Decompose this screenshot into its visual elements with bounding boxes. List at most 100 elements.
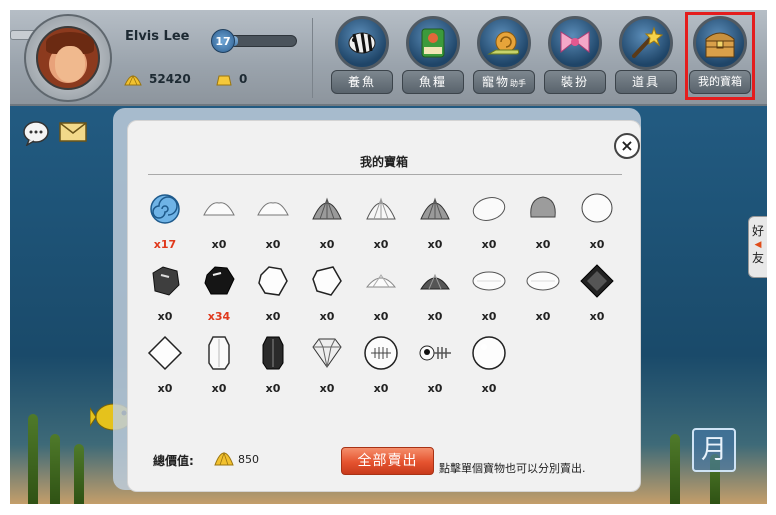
- menu-label: 寵物助手: [473, 70, 535, 94]
- moon-button[interactable]: 月: [692, 428, 736, 472]
- white-shell-icon: [203, 202, 235, 216]
- treasure-item[interactable]: x0: [516, 263, 570, 335]
- menu-button-tools[interactable]: 道具: [615, 16, 677, 96]
- item-count: x0: [427, 238, 443, 251]
- item-count: x0: [265, 310, 281, 323]
- gems-value: 0: [239, 72, 248, 86]
- white-pebble-icon: [472, 197, 506, 221]
- divider: [312, 18, 313, 98]
- item-count: x0: [535, 310, 551, 323]
- item-count: x0: [373, 310, 389, 323]
- treasure-item[interactable]: x0: [570, 263, 624, 335]
- item-count: x34: [207, 310, 231, 323]
- item-count: x0: [373, 238, 389, 251]
- treasure-item[interactable]: x0: [408, 335, 462, 407]
- treasure-item[interactable]: x0: [192, 335, 246, 407]
- treasure-item[interactable]: x34: [192, 263, 246, 335]
- white-oval-icon: [526, 271, 560, 291]
- treasure-item[interactable]: x0: [354, 191, 408, 263]
- menu-button-treasure-chest[interactable]: 我的寶箱: [685, 12, 755, 100]
- treasure-item[interactable]: x0: [462, 335, 516, 407]
- white-square-gem-icon: [147, 335, 183, 371]
- white-egg-icon: [581, 193, 613, 223]
- seaweed-decoration: [74, 444, 84, 504]
- menu-button-fish[interactable]: 養魚: [331, 16, 393, 96]
- sell-all-button[interactable]: 全部賣出: [341, 447, 434, 475]
- item-count: x0: [211, 238, 227, 251]
- sell-hint-text: 點擊單個寶物也可以分別賣出.: [439, 462, 586, 475]
- treasure-item[interactable]: x0: [300, 263, 354, 335]
- item-count: x0: [211, 382, 227, 395]
- item-count: x0: [481, 382, 497, 395]
- grey-scallop-icon: [312, 197, 342, 220]
- item-count: x0: [265, 238, 281, 251]
- shell-coin-icon: [124, 75, 142, 86]
- item-count: x0: [319, 238, 335, 251]
- treasure-chest-icon: [705, 32, 735, 58]
- white-stone-icon: [258, 266, 288, 296]
- chat-bubble-icon[interactable]: [22, 120, 50, 146]
- treasure-item[interactable]: x0: [246, 335, 300, 407]
- white-crystal-icon: [312, 266, 342, 296]
- xp-bar: [229, 35, 297, 47]
- treasure-item[interactable]: x0: [354, 335, 408, 407]
- fish-food-icon: [421, 28, 445, 58]
- treasure-item[interactable]: x0: [354, 263, 408, 335]
- level-badge: 17: [211, 29, 235, 53]
- treasure-item[interactable]: x0: [570, 191, 624, 263]
- treasure-item[interactable]: x0: [462, 191, 516, 263]
- treasure-item[interactable]: x0: [300, 191, 354, 263]
- treasure-chest-dialog: 我的寶箱 × x17 x0 x0 x0 x0 x0 x0 x0 x0 x0 x34 x0 x0 x0 x0 x…: [127, 120, 641, 492]
- fish-skeleton-icon: [419, 345, 451, 361]
- menu-button-fish-food[interactable]: 魚糧: [402, 16, 464, 96]
- player-name: Elvis Lee: [125, 29, 190, 44]
- treasure-item[interactable]: x0: [246, 191, 300, 263]
- item-count: x0: [481, 310, 497, 323]
- black-gem-icon: [204, 266, 235, 295]
- white-oval-icon: [472, 271, 506, 291]
- treasure-item[interactable]: x0: [516, 191, 570, 263]
- item-count: x0: [481, 238, 497, 251]
- blue-spiral-shell-icon: [150, 194, 180, 224]
- item-count: x0: [535, 238, 551, 251]
- item-count: x0: [589, 238, 605, 251]
- diamond-icon: [312, 338, 342, 368]
- white-long-crystal-icon: [208, 336, 230, 370]
- seaweed-decoration: [28, 414, 38, 504]
- mail-icon[interactable]: [59, 122, 87, 142]
- friends-tab[interactable]: 好 ◀ 友: [748, 216, 767, 278]
- item-count: x0: [319, 382, 335, 395]
- menu-label: 養魚: [331, 70, 393, 94]
- dark-scallop-icon: [420, 273, 450, 290]
- treasure-item[interactable]: x0: [138, 335, 192, 407]
- menu-label: 我的寶箱: [689, 70, 751, 94]
- item-count: x0: [427, 382, 443, 395]
- fish-icon: [348, 32, 376, 54]
- menu-label: 魚糧: [402, 70, 464, 94]
- seaweed-decoration: [670, 434, 680, 504]
- small-white-shell-icon: [365, 274, 397, 288]
- item-count: x0: [157, 310, 173, 323]
- snail-icon: [487, 31, 520, 55]
- item-count: x0: [589, 310, 605, 323]
- treasure-item[interactable]: x17: [138, 191, 192, 263]
- top-bar: Elvis Lee 17 52420 0 養魚 魚糧 寵物助手 裝扮 道具 我的…: [10, 10, 767, 106]
- treasure-item[interactable]: x0: [246, 263, 300, 335]
- menu-button-pet[interactable]: 寵物助手: [473, 16, 535, 96]
- close-button[interactable]: ×: [614, 133, 640, 159]
- divider: [148, 174, 622, 175]
- treasure-item[interactable]: x0: [408, 191, 462, 263]
- menu-sublabel: 助手: [510, 79, 526, 88]
- avatar[interactable]: [36, 26, 100, 90]
- dialog-title: 我的寶箱: [359, 155, 408, 169]
- total-value: 850: [238, 453, 259, 466]
- menu-button-dress-up[interactable]: 裝扮: [544, 16, 606, 96]
- treasure-item[interactable]: x0: [300, 335, 354, 407]
- treasure-item[interactable]: x0: [462, 263, 516, 335]
- treasure-item[interactable]: x0: [192, 191, 246, 263]
- white-scallop-icon: [366, 197, 396, 220]
- seaweed-decoration: [50, 434, 60, 504]
- black-long-crystal-icon: [262, 336, 284, 370]
- treasure-item[interactable]: x0: [408, 263, 462, 335]
- treasure-item[interactable]: x0: [138, 263, 192, 335]
